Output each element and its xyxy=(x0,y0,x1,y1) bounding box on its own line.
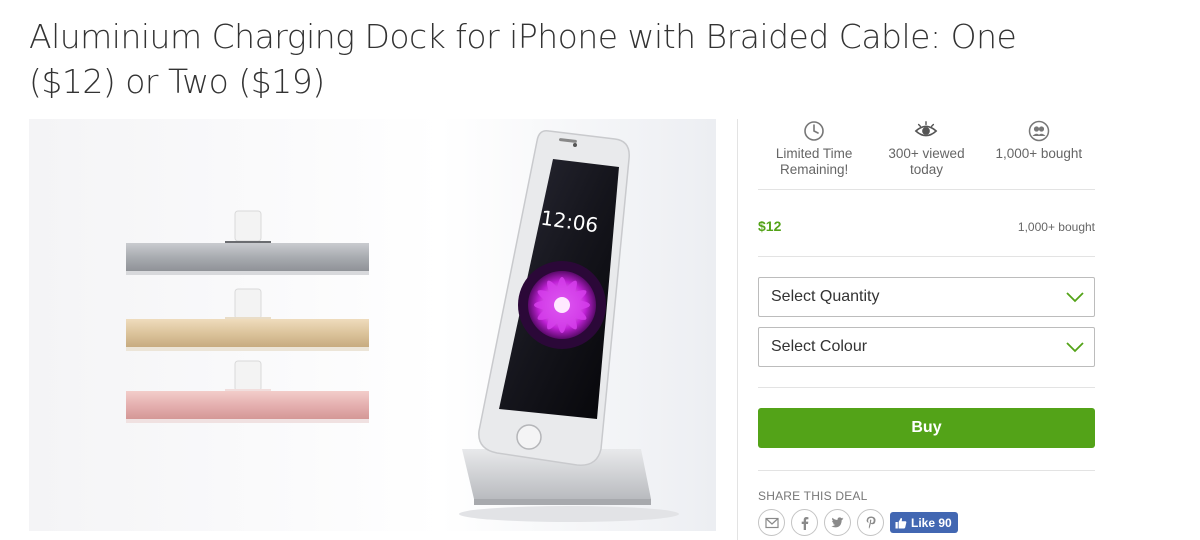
quantity-select-placeholder: Select Quantity xyxy=(771,288,880,305)
divider xyxy=(758,189,1095,190)
quantity-select[interactable]: Select Quantity xyxy=(758,277,1095,317)
email-share-button[interactable] xyxy=(758,509,785,536)
colour-select-placeholder: Select Colour xyxy=(771,338,868,355)
deal-stats: Limited Time Remaining! 300+ viewed toda… xyxy=(758,119,1095,189)
facebook-like-button[interactable]: Like 90 xyxy=(890,512,958,533)
divider xyxy=(758,256,1095,257)
product-illustration: 12:06 xyxy=(126,129,679,522)
silver-dock xyxy=(126,210,369,275)
column-divider xyxy=(737,119,738,540)
share-buttons: Like 90 xyxy=(758,509,958,536)
stat-viewed: 300+ viewed today xyxy=(870,119,982,189)
stat-label: 300+ viewed today xyxy=(888,146,965,177)
clock-icon xyxy=(802,119,826,143)
bought-count: 1,000+ bought xyxy=(1017,220,1095,234)
stat-label: Limited Time Remaining! xyxy=(775,146,853,177)
divider xyxy=(758,387,1095,388)
buy-button[interactable]: Buy xyxy=(758,408,1095,448)
stat-bought: 1,000+ bought xyxy=(983,119,1095,189)
share-label: SHARE THIS DEAL xyxy=(758,489,868,503)
gold-dock xyxy=(126,288,369,351)
divider xyxy=(758,470,1095,471)
twitter-share-button[interactable] xyxy=(824,509,851,536)
facebook-share-button[interactable] xyxy=(791,509,818,536)
stat-time-remaining: Limited Time Remaining! xyxy=(758,119,870,189)
chevron-down-icon xyxy=(1066,292,1084,303)
iphone: 12:06 xyxy=(478,129,630,466)
pinterest-icon xyxy=(866,516,875,529)
stat-label: 1,000+ bought xyxy=(995,146,1083,161)
thumbs-up-icon xyxy=(895,517,907,528)
rose-dock xyxy=(126,360,369,423)
twitter-icon xyxy=(831,517,844,528)
deal-title: Aluminium Charging Dock for iPhone with … xyxy=(29,17,1017,101)
facebook-icon xyxy=(801,516,808,530)
chevron-down-icon xyxy=(1066,342,1084,353)
facebook-like-label: Like 90 xyxy=(911,515,952,530)
product-image[interactable]: 12:06 xyxy=(29,119,716,531)
people-icon xyxy=(1027,119,1051,143)
email-icon xyxy=(764,517,779,528)
pinterest-share-button[interactable] xyxy=(857,509,884,536)
eye-icon xyxy=(914,119,938,143)
colour-select[interactable]: Select Colour xyxy=(758,327,1095,367)
deal-price: $12 xyxy=(758,218,782,234)
